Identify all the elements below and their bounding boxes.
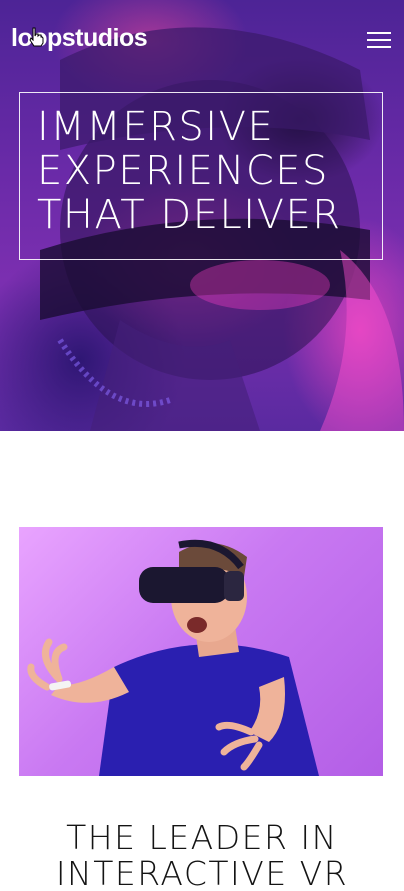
hamburger-line (367, 32, 391, 34)
hamburger-line (367, 46, 391, 48)
section-title-line: INTERACTIVE VR (55, 854, 349, 891)
hero-section: loopstudios IMMERSIVE EXPERIENCES THAT D… (0, 0, 404, 431)
section-title-line: THE LEADER IN (66, 818, 338, 857)
vr-man-illustration (27, 539, 319, 776)
section-title: THE LEADER IN INTERACTIVE VR (0, 820, 404, 891)
headline-line: IMMERSIVE (37, 104, 275, 150)
hero-headline: IMMERSIVE EXPERIENCES THAT DELIVER (19, 92, 383, 260)
hamburger-line (367, 39, 391, 41)
hand-cursor-icon (29, 27, 44, 47)
hamburger-icon[interactable] (365, 29, 393, 51)
headline-line: EXPERIENCES (37, 148, 329, 194)
feature-image (19, 527, 383, 776)
headline-line: THAT DELIVER (37, 192, 342, 238)
